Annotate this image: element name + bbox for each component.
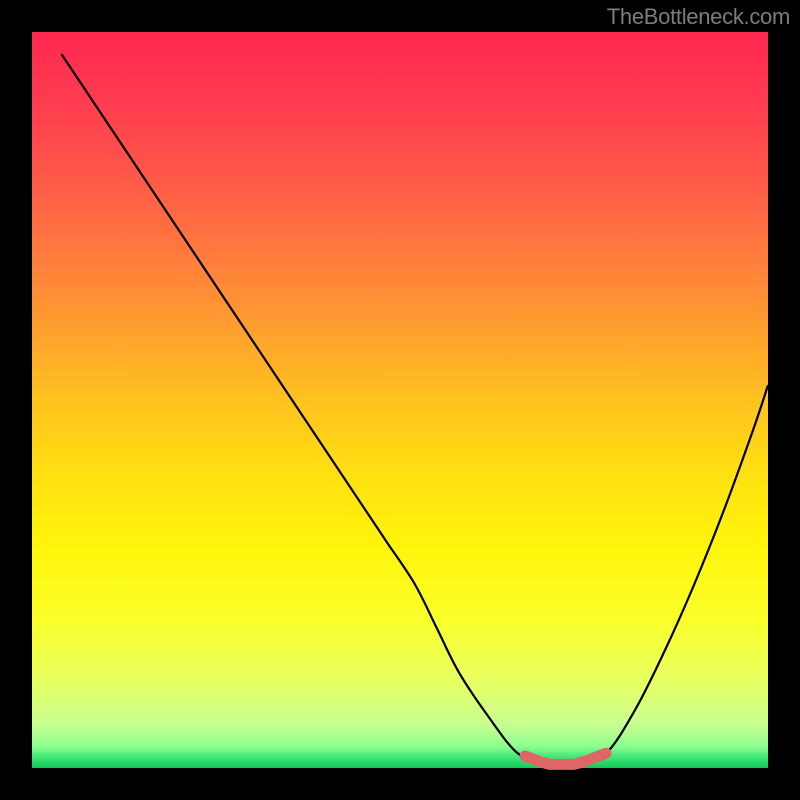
watermark-text: TheBottleneck.com [607, 4, 790, 30]
bottleneck-chart [0, 0, 800, 800]
plot-background [32, 32, 768, 768]
chart-container: TheBottleneck.com [0, 0, 800, 800]
